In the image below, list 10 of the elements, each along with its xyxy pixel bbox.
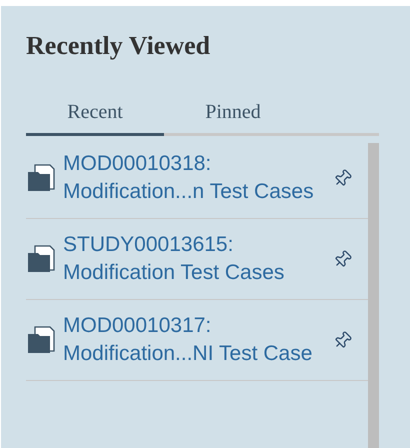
item-link[interactable]: STUDY00013615: Modification Test Cases — [63, 231, 325, 287]
document-stack-icon — [26, 244, 56, 274]
tab[interactable]: Pinned — [164, 90, 302, 136]
panel-title: Recently Viewed — [26, 30, 212, 62]
scrollbar[interactable] — [368, 143, 379, 448]
item-link[interactable]: MOD00010318: Modification...n Test Cases — [63, 150, 325, 206]
item-link[interactable]: MOD00010317: Modification...NI Test Case — [63, 312, 325, 368]
document-stack-icon — [26, 325, 56, 355]
document-stack-icon — [26, 163, 56, 193]
tab[interactable]: Recent — [26, 90, 164, 136]
